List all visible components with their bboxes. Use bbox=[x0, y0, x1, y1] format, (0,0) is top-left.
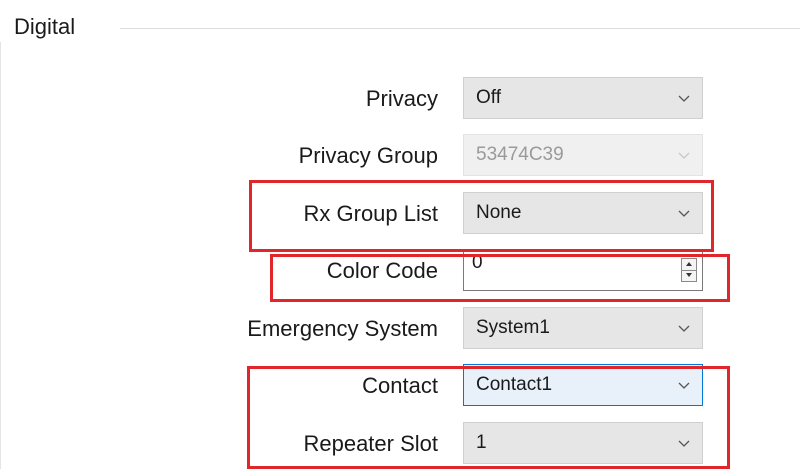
emergency-system-value: System1 bbox=[476, 317, 550, 338]
chevron-down-icon bbox=[678, 152, 690, 159]
group-divider bbox=[120, 28, 800, 29]
privacy-label: Privacy bbox=[365, 86, 438, 111]
privacy-select[interactable]: Off bbox=[463, 77, 703, 119]
group-title: Digital bbox=[14, 14, 76, 39]
privacy-row: Privacy Off bbox=[0, 77, 800, 121]
chevron-down-icon bbox=[678, 95, 690, 102]
highlight-rx-group-list bbox=[249, 180, 714, 252]
privacy-group-row: Privacy Group 53474C39 bbox=[0, 134, 800, 178]
highlight-color-code bbox=[270, 254, 730, 302]
chevron-down-icon bbox=[678, 325, 690, 332]
emergency-system-row: Emergency System System1 bbox=[0, 307, 800, 351]
privacy-group-select: 53474C39 bbox=[463, 134, 703, 176]
privacy-group-label: Privacy Group bbox=[298, 143, 438, 168]
emergency-system-select[interactable]: System1 bbox=[463, 307, 703, 349]
privacy-group-value: 53474C39 bbox=[476, 144, 564, 165]
privacy-value: Off bbox=[476, 87, 501, 108]
emergency-system-label: Emergency System bbox=[247, 316, 438, 341]
highlight-contact-repeater bbox=[247, 366, 730, 469]
